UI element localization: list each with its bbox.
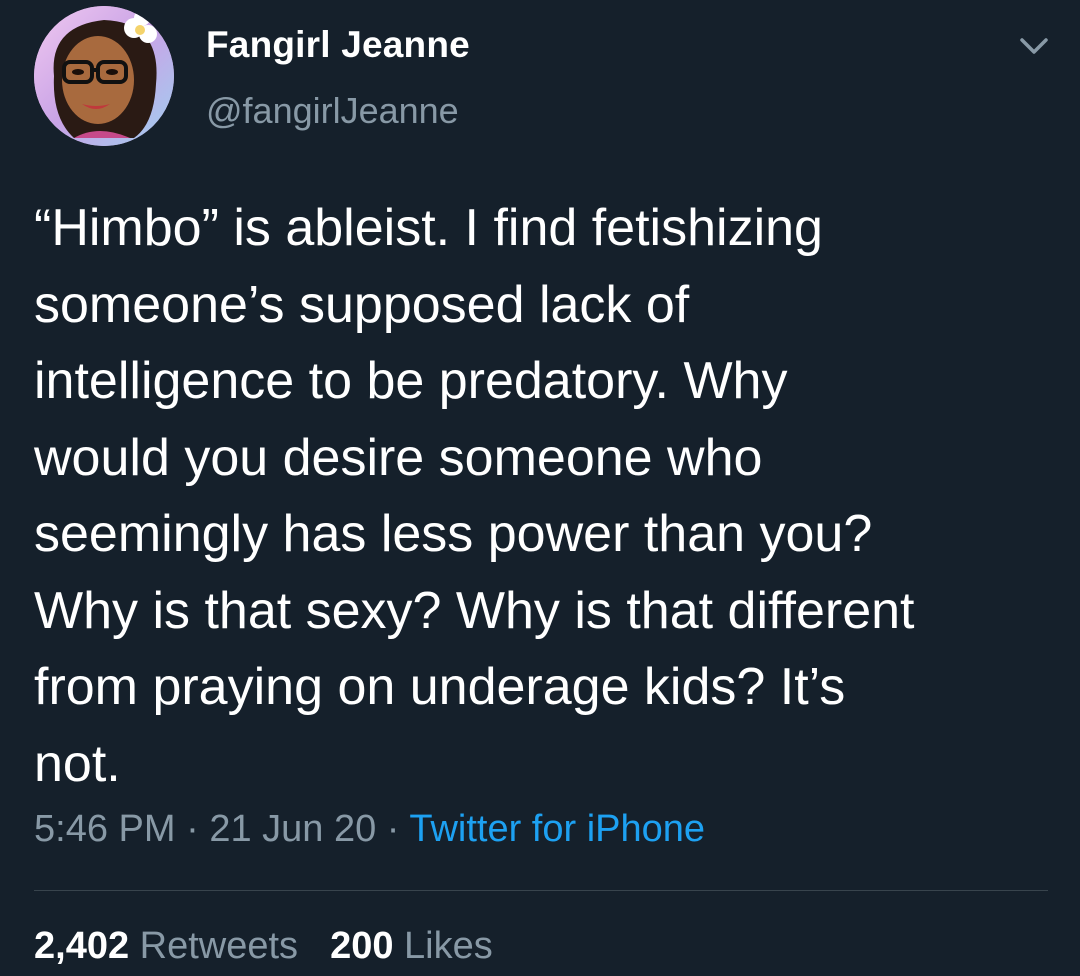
divider (34, 890, 1048, 891)
tweet-source-link[interactable]: Twitter for iPhone (409, 808, 705, 850)
likes-stat[interactable]: 200 Likes (330, 925, 493, 967)
tweet-time: 5:46 PM (34, 808, 176, 850)
avatar[interactable] (34, 6, 174, 146)
author-name[interactable]: Fangirl Jeanne (206, 24, 470, 66)
avatar-illustration (34, 6, 174, 146)
likes-count: 200 (330, 925, 394, 967)
meta-separator: · (175, 808, 210, 850)
chevron-down-icon[interactable] (1016, 28, 1052, 64)
tweet-stats: 2,402 Retweets 200 Likes (34, 925, 493, 968)
tweet-meta: 5:46 PM · 21 Jun 20 · Twitter for iPhone (34, 808, 705, 851)
tweet-text-line: “Himbo” is ableist. I find fetishizing (34, 199, 823, 257)
likes-label: Likes (404, 925, 493, 967)
tweet-text-line: not. (34, 734, 121, 793)
tweet: Fangirl Jeanne @fangirlJeanne “Himbo” is… (0, 0, 1080, 976)
tweet-text-line: Why is that sexy? Why is that different (34, 581, 915, 640)
tweet-text: “Himbo” is ableist. I find fetishizing s… (34, 190, 1064, 802)
tweet-text-line: intelligence to be predatory. Why (34, 352, 788, 410)
retweets-label: Retweets (139, 925, 299, 967)
tweet-text-line: from praying on underage kids? It’s (34, 658, 846, 716)
retweets-stat[interactable]: 2,402 Retweets (34, 925, 298, 967)
tweet-date: 21 Jun 20 (209, 808, 377, 850)
tweet-text-line: would you desire someone who (34, 428, 763, 487)
author-handle[interactable]: @fangirlJeanne (206, 90, 459, 132)
meta-separator: · (376, 808, 410, 850)
tweet-text-line: someone’s supposed lack of (34, 275, 690, 334)
retweets-count: 2,402 (34, 925, 130, 967)
tweet-text-line: seemingly has less power than you? (34, 505, 873, 563)
